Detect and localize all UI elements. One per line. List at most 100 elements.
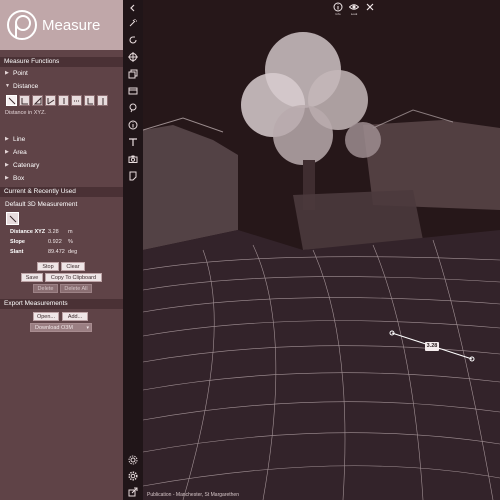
tree-item-line[interactable]: ▶ Line (0, 134, 123, 145)
vertical-line-icon (63, 97, 64, 104)
diagonal-line-icon (9, 215, 16, 222)
tree-item-label: Box (13, 175, 25, 182)
stat-unit-distance: m (68, 229, 73, 235)
plumb-icon (101, 97, 104, 104)
app-title: Measure (42, 16, 101, 34)
default-measurement-label: Default 3D Measurement (5, 201, 78, 208)
settings-icon (128, 455, 138, 465)
icon-caption: Info (335, 12, 341, 16)
export-icon (128, 487, 138, 497)
distance-tool-row (6, 95, 108, 106)
tree-item-label: Catenary (13, 162, 40, 169)
pin-icon (129, 103, 137, 113)
measure-panel: Measure Measure Functions ▶ Point ▼ Dist… (0, 0, 123, 500)
chevron-left-icon (130, 4, 135, 12)
info-icon (333, 2, 343, 12)
crosshair-icon (128, 52, 138, 62)
tool-horizontal-button[interactable] (19, 95, 30, 106)
tree-item-box[interactable]: ▶ Box (0, 173, 123, 184)
tool-height-button[interactable] (84, 95, 95, 106)
tag-button[interactable] (127, 136, 139, 148)
stat-unit-slope: % (68, 239, 73, 245)
stat-value-slope: 0.922 (48, 239, 62, 245)
stat-label-distance: Distance XYZ (10, 229, 46, 235)
current-recent-header: Current & Recently Used (0, 187, 123, 197)
logo-bar: Measure (0, 0, 123, 50)
chevron-right-icon: ▶ (5, 162, 9, 168)
note-icon (129, 171, 137, 181)
viewport-info-button[interactable]: Info (333, 2, 343, 16)
tree-item-distance[interactable]: ▼ Distance (0, 81, 123, 92)
save-button[interactable]: Save (21, 273, 43, 282)
tag-icon (129, 138, 137, 146)
stat-value-distance: 3.28 (48, 229, 59, 235)
delete-button[interactable]: Delete (33, 284, 58, 293)
layers-icon (128, 69, 138, 79)
tree-item-label: Area (13, 149, 27, 156)
tool-distance-xyz-button[interactable] (6, 95, 17, 106)
stat-value-slant: 89.472 (48, 249, 65, 255)
viewport-footer: Publication - Manchester, St Margarethen (147, 492, 239, 498)
delete-all-button[interactable]: Delete All (60, 284, 92, 293)
crosshair-button[interactable] (127, 51, 139, 63)
point-cloud-scene (143, 0, 500, 500)
logo-icon (7, 10, 37, 40)
distance-hint: Distance in XYZ. (5, 110, 46, 116)
chevron-down-icon: ▼ (5, 83, 10, 89)
angle-icon (21, 97, 28, 104)
magic-wand-button[interactable] (127, 17, 139, 29)
copy-to-clipboard-button[interactable]: Copy To Clipboard (45, 273, 102, 282)
clear-button[interactable]: Clear (61, 262, 85, 271)
measurement-label: 3.28 (425, 342, 439, 351)
tree-item-area[interactable]: ▶ Area (0, 147, 123, 158)
layers-button[interactable] (127, 68, 139, 80)
view-settings-button[interactable] (127, 454, 139, 466)
stat-unit-slant: deg (68, 249, 78, 255)
info-icon (128, 120, 138, 130)
tree-item-point[interactable]: ▶ Point (0, 68, 123, 79)
diagonal-line-icon (8, 97, 15, 104)
tree-item-label: Point (13, 70, 28, 77)
panel-toggle-button[interactable] (127, 85, 139, 97)
export-header: Export Measurements (0, 299, 123, 309)
tree-item-catenary[interactable]: ▶ Catenary (0, 160, 123, 171)
chevron-right-icon: ▶ (5, 70, 9, 76)
download-format-select[interactable]: Download O3M ▾ (30, 323, 92, 332)
measure-functions-header: Measure Functions (0, 57, 123, 67)
tool-slope-button[interactable] (32, 95, 43, 106)
tool-strip (123, 0, 143, 500)
stat-label-slope: Slope (10, 239, 25, 245)
pin-button[interactable] (127, 102, 139, 114)
tool-slant-button[interactable] (45, 95, 56, 106)
dotted-line-icon (73, 100, 80, 101)
stop-button[interactable]: Stop (37, 262, 59, 271)
export-button[interactable] (127, 486, 139, 498)
add-button[interactable]: Add... (62, 312, 88, 321)
tool-vertical-button[interactable] (58, 95, 69, 106)
tool-plumb-button[interactable] (97, 95, 108, 106)
viewport-look-button[interactable]: Look (349, 2, 359, 16)
info-button[interactable] (127, 119, 139, 131)
rotate-icon (129, 36, 137, 44)
viewport-top-icons: Info Look (333, 2, 375, 16)
rotate-button[interactable] (127, 34, 139, 46)
point-cloud-viewport[interactable] (143, 0, 500, 500)
select-value: Download O3M (35, 325, 73, 331)
viewport-close-button[interactable] (365, 2, 375, 16)
close-icon (366, 3, 374, 11)
collapse-panel-button[interactable] (127, 2, 139, 14)
panel-icon (128, 87, 138, 95)
tool-dotted-button[interactable] (71, 95, 82, 106)
note-button[interactable] (127, 170, 139, 182)
camera-icon (128, 155, 138, 163)
camera-button[interactable] (127, 153, 139, 165)
slant-icon (47, 97, 54, 104)
current-measurement-button[interactable] (6, 212, 19, 225)
open-button[interactable]: Open... (33, 312, 59, 321)
magic-wand-icon (129, 19, 137, 27)
chevron-right-icon: ▶ (5, 136, 9, 142)
chevron-down-icon: ▾ (86, 325, 89, 331)
stat-label-slant: Slant (10, 249, 24, 255)
eye-icon (349, 4, 359, 10)
settings-button[interactable] (127, 470, 139, 482)
